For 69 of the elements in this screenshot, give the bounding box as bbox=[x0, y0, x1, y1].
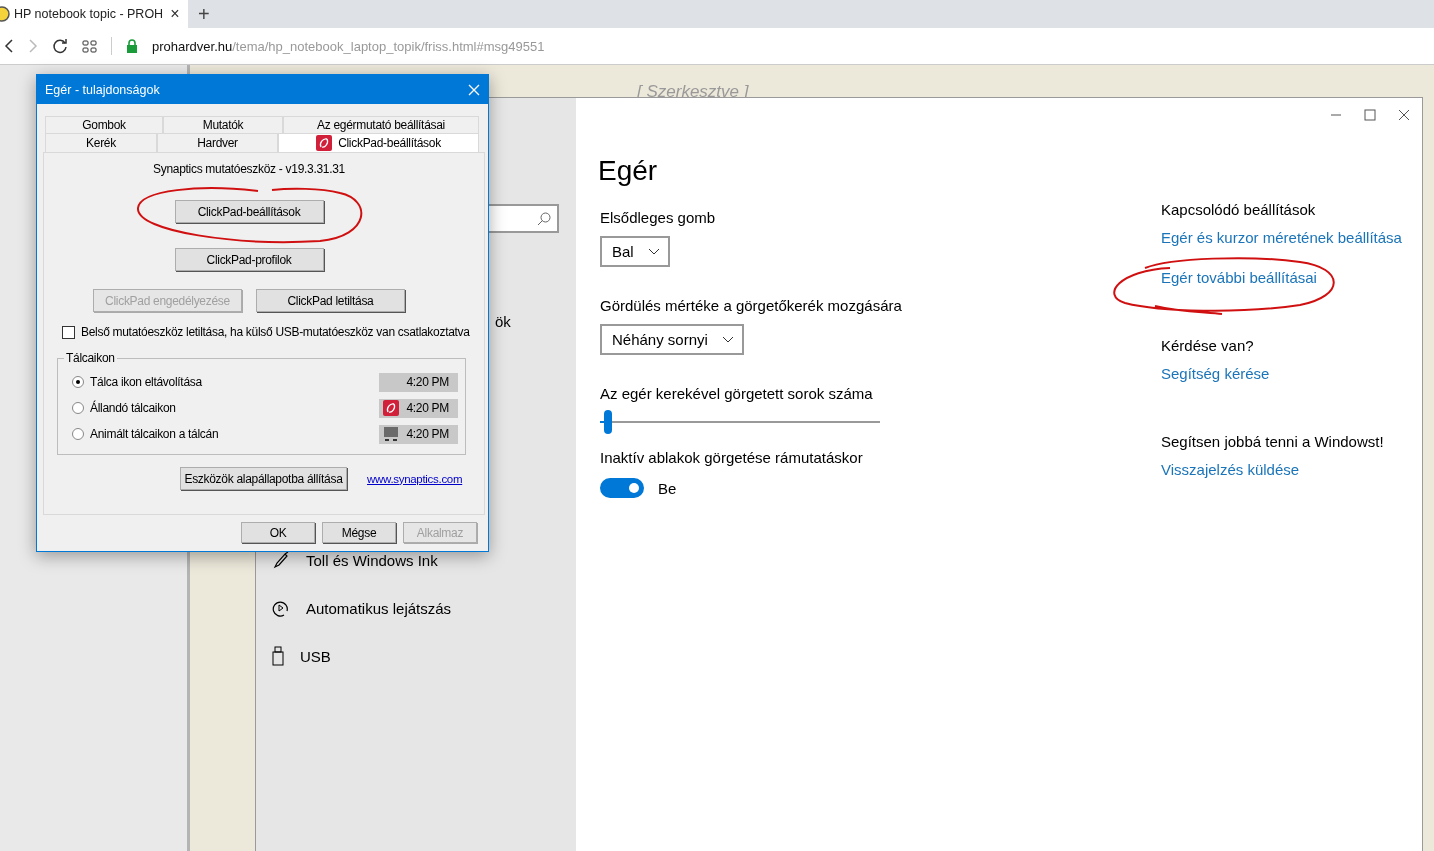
page-title: Egér bbox=[598, 154, 658, 188]
dialog-title: Egér - tulajdonságok bbox=[45, 82, 160, 97]
dialog-tab[interactable]: Hardver bbox=[157, 133, 278, 152]
dialog-tab[interactable]: Mutatók bbox=[163, 116, 283, 133]
settings-link[interactable]: Segítség kérése bbox=[1161, 364, 1270, 384]
radio-label: Tálca ikon eltávolítása bbox=[90, 375, 202, 389]
chevron-icon bbox=[647, 247, 660, 256]
nav-item[interactable]: Automatikus lejátszás bbox=[306, 599, 452, 617]
nav-item[interactable]: ök bbox=[495, 313, 511, 330]
tray-preview: 4:20 PM bbox=[379, 398, 458, 418]
dialog-button[interactable]: ClickPad letiltása bbox=[256, 289, 405, 312]
section-heading: Segítsen jobbá tenni a Windowst! bbox=[1161, 432, 1384, 452]
new-tab-button[interactable]: + bbox=[198, 2, 210, 26]
setting-label: Elsődleges gomb bbox=[600, 208, 716, 228]
grid-icon[interactable] bbox=[82, 39, 97, 53]
radio-button[interactable] bbox=[72, 376, 84, 388]
toggle-switch[interactable] bbox=[600, 478, 644, 498]
lock-icon bbox=[126, 39, 138, 53]
address-field[interactable]: prohardver.hu/tema/hp_notebook_laptop_topik/friss.html#msg49551 bbox=[152, 38, 545, 54]
nav-item[interactable]: Toll és Windows Ink bbox=[306, 551, 438, 569]
maximize-icon[interactable] bbox=[1364, 109, 1376, 121]
version-text: Synaptics mutatóeszköz - v19.3.31.31 bbox=[152, 162, 346, 176]
radio-button[interactable] bbox=[72, 402, 84, 414]
dialog-button[interactable]: OK bbox=[241, 522, 315, 543]
close-icon[interactable] bbox=[1398, 109, 1410, 121]
setting-label: Az egér kerekével görgetett sorok száma bbox=[600, 384, 873, 404]
reload-icon[interactable] bbox=[52, 38, 68, 54]
website-link[interactable]: www.synaptics.com bbox=[367, 472, 463, 485]
setting-label: Gördülés mértéke a görgetőkerék mozgására bbox=[600, 296, 902, 316]
swirl-icon bbox=[383, 400, 399, 416]
usb-drive-icon bbox=[272, 646, 284, 666]
pen-icon bbox=[272, 551, 290, 569]
close-icon[interactable]: × bbox=[168, 5, 182, 23]
radio-button[interactable] bbox=[72, 428, 84, 440]
tray-preview: 4:20 PM bbox=[379, 424, 458, 444]
checkbox[interactable] bbox=[62, 325, 75, 339]
dialog-tab[interactable]: Az egérmutató beállításai bbox=[283, 116, 479, 133]
dialog-button[interactable]: Mégse bbox=[322, 522, 396, 543]
site-icon bbox=[0, 6, 10, 22]
dropdown[interactable]: Bal bbox=[600, 236, 670, 267]
search-icon bbox=[537, 211, 551, 226]
checkbox-label: Belső mutatóeszköz letiltása, ha külső USB-mutatóeszköz van csatlakoztatva bbox=[81, 325, 470, 339]
dialog-button[interactable]: ClickPad-beállítások bbox=[174, 200, 324, 223]
section-heading: Kérdése van? bbox=[1161, 336, 1254, 356]
slider[interactable] bbox=[600, 410, 880, 434]
radio-label: Állandó tálcaikon bbox=[90, 401, 176, 415]
section-heading: Kapcsolódó beállítások bbox=[1161, 200, 1316, 220]
radio-label: Animált tálcaikon a tálcán bbox=[90, 427, 219, 441]
monitor-icon bbox=[383, 426, 399, 442]
settings-link[interactable]: Egér és kurzor méretének beállítása bbox=[1161, 228, 1402, 248]
dialog-tab[interactable]: Gombok bbox=[45, 116, 163, 133]
nav-item[interactable]: USB bbox=[300, 647, 331, 665]
settings-link[interactable]: Visszajelzés küldése bbox=[1161, 460, 1300, 480]
chevron-icon bbox=[721, 335, 734, 344]
dialog-tab[interactable]: Kerék bbox=[45, 133, 157, 152]
dropdown[interactable]: Néhány sornyi bbox=[600, 324, 744, 355]
autoplay-icon bbox=[272, 599, 290, 617]
dialog-tab[interactable]: ClickPad-beállítások bbox=[278, 133, 479, 152]
tab-title: HP notebook topic - PROH bbox=[14, 7, 164, 21]
group-title: Tálcaikon bbox=[64, 351, 117, 365]
toggle-state: Be bbox=[658, 479, 677, 497]
slider-thumb[interactable] bbox=[604, 410, 613, 434]
tray-preview: 4:20 PM bbox=[379, 372, 458, 392]
settings-link[interactable]: Egér további beállításai bbox=[1161, 268, 1317, 288]
dialog-button[interactable]: ClickPad-profilok bbox=[174, 248, 324, 271]
setting-label: Inaktív ablakok görgetése rámutatáskor bbox=[600, 448, 863, 468]
back-icon[interactable] bbox=[4, 39, 14, 53]
browser-tab[interactable]: HP notebook topic - PROH × bbox=[0, 0, 188, 28]
reset-button[interactable]: Eszközök alapállapotba állítása bbox=[180, 467, 347, 490]
